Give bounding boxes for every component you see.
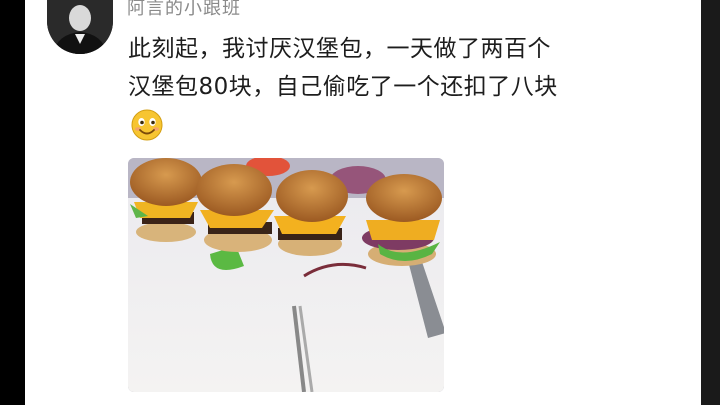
smile-emoji-icon	[130, 108, 164, 142]
burger-photo[interactable]	[128, 158, 444, 392]
post-text-line-2: 汉堡包80块，自己偷吃了一个还扣了八块	[128, 74, 558, 100]
right-edge-bar	[701, 0, 720, 405]
post-text-line-1: 此刻起，我讨厌汉堡包，一天做了两百个	[128, 36, 551, 62]
username[interactable]: 阿言的小跟班	[127, 0, 241, 20]
post-text: 此刻起，我讨厌汉堡包，一天做了两百个 汉堡包80块，自己偷吃了一个还扣了八块	[128, 30, 673, 106]
